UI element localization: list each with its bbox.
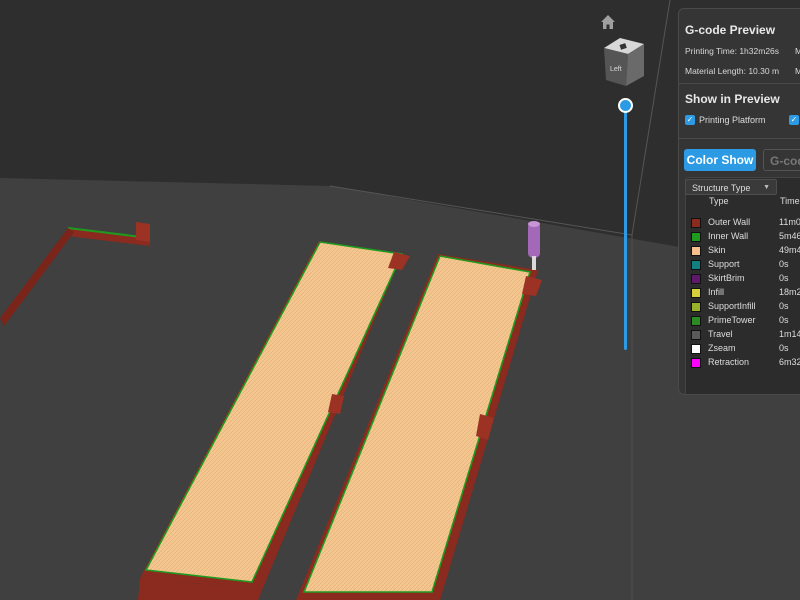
color-swatch[interactable]	[691, 358, 701, 368]
column-header-time: Time	[780, 196, 800, 206]
color-swatch[interactable]	[691, 316, 701, 326]
tab-gcode[interactable]: G-cod	[763, 149, 800, 171]
legend-item-name: Zseam	[708, 343, 736, 353]
legend-item-name: Inner Wall	[708, 231, 749, 241]
legend-item-name: Infill	[708, 287, 725, 297]
printing-platform-checkbox[interactable]: ✓	[685, 115, 695, 125]
printing-time-extra: M	[795, 46, 800, 56]
check-icon: ✓	[686, 115, 694, 124]
view-cube[interactable]	[600, 36, 648, 88]
legend-item-time: 1m14s	[779, 329, 800, 339]
chevron-down-icon: ▼	[763, 184, 770, 191]
legend-item-time: 0s	[779, 273, 789, 283]
material-length: Material Length: 10.30 m	[685, 66, 780, 76]
legend-item-time: 6m32s	[779, 357, 800, 367]
panel-title: G-code Preview	[685, 23, 776, 37]
tab-color-show[interactable]: Color Show	[684, 149, 756, 171]
dropdown-value: Structure Type	[692, 183, 751, 193]
color-swatch[interactable]	[691, 260, 701, 270]
legend-item-name: Outer Wall	[708, 217, 751, 227]
legend-item-name: Support	[708, 259, 740, 269]
second-checkbox[interactable]: ✓	[789, 115, 799, 125]
legend-item-time: 11m0s	[779, 217, 800, 227]
legend-item-time: 0s	[779, 259, 789, 269]
legend-item-time: 18m2s	[779, 287, 800, 297]
color-swatch[interactable]	[691, 302, 701, 312]
color-swatch[interactable]	[691, 330, 701, 340]
check-icon: ✓	[790, 115, 798, 124]
legend-item-name: Travel	[708, 329, 733, 339]
panel-divider	[679, 83, 800, 84]
gcode-preview-panel: G-code Preview Printing Time: 1h32m26s M…	[678, 8, 800, 395]
legend-item-time: 0s	[779, 343, 789, 353]
color-swatch[interactable]	[691, 218, 701, 228]
structure-type-dropdown[interactable]: Structure Type ▼	[685, 179, 777, 195]
show-in-preview-title: Show in Preview	[685, 92, 780, 106]
color-swatch[interactable]	[691, 288, 701, 298]
panel-divider	[679, 138, 800, 139]
home-icon[interactable]	[598, 12, 618, 32]
legend-item-name: SupportInfill	[708, 301, 756, 311]
material-length-extra: M	[795, 66, 800, 76]
view-cube-face-label: Left	[610, 66, 622, 73]
layer-slider-track[interactable]	[624, 104, 627, 350]
legend-item-name: PrimeTower	[708, 315, 756, 325]
legend-item-time: 5m46s	[779, 231, 800, 241]
legend-item-time: 0s	[779, 301, 789, 311]
color-swatch[interactable]	[691, 232, 701, 242]
layer-slider-handle[interactable]	[618, 98, 633, 113]
column-header-type: Type	[709, 196, 729, 206]
printing-time: Printing Time: 1h32m26s	[685, 46, 780, 56]
legend-item-name: SkirtBrim	[708, 273, 745, 283]
legend-item-name: Retraction	[708, 357, 750, 367]
legend-item-time: 49m49s	[779, 245, 800, 255]
color-swatch[interactable]	[691, 274, 701, 284]
legend-item-time: 0s	[779, 315, 789, 325]
color-swatch[interactable]	[691, 246, 701, 256]
legend-item-name: Skin	[708, 245, 726, 255]
printing-platform-label: Printing Platform	[699, 115, 766, 125]
color-swatch[interactable]	[691, 344, 701, 354]
